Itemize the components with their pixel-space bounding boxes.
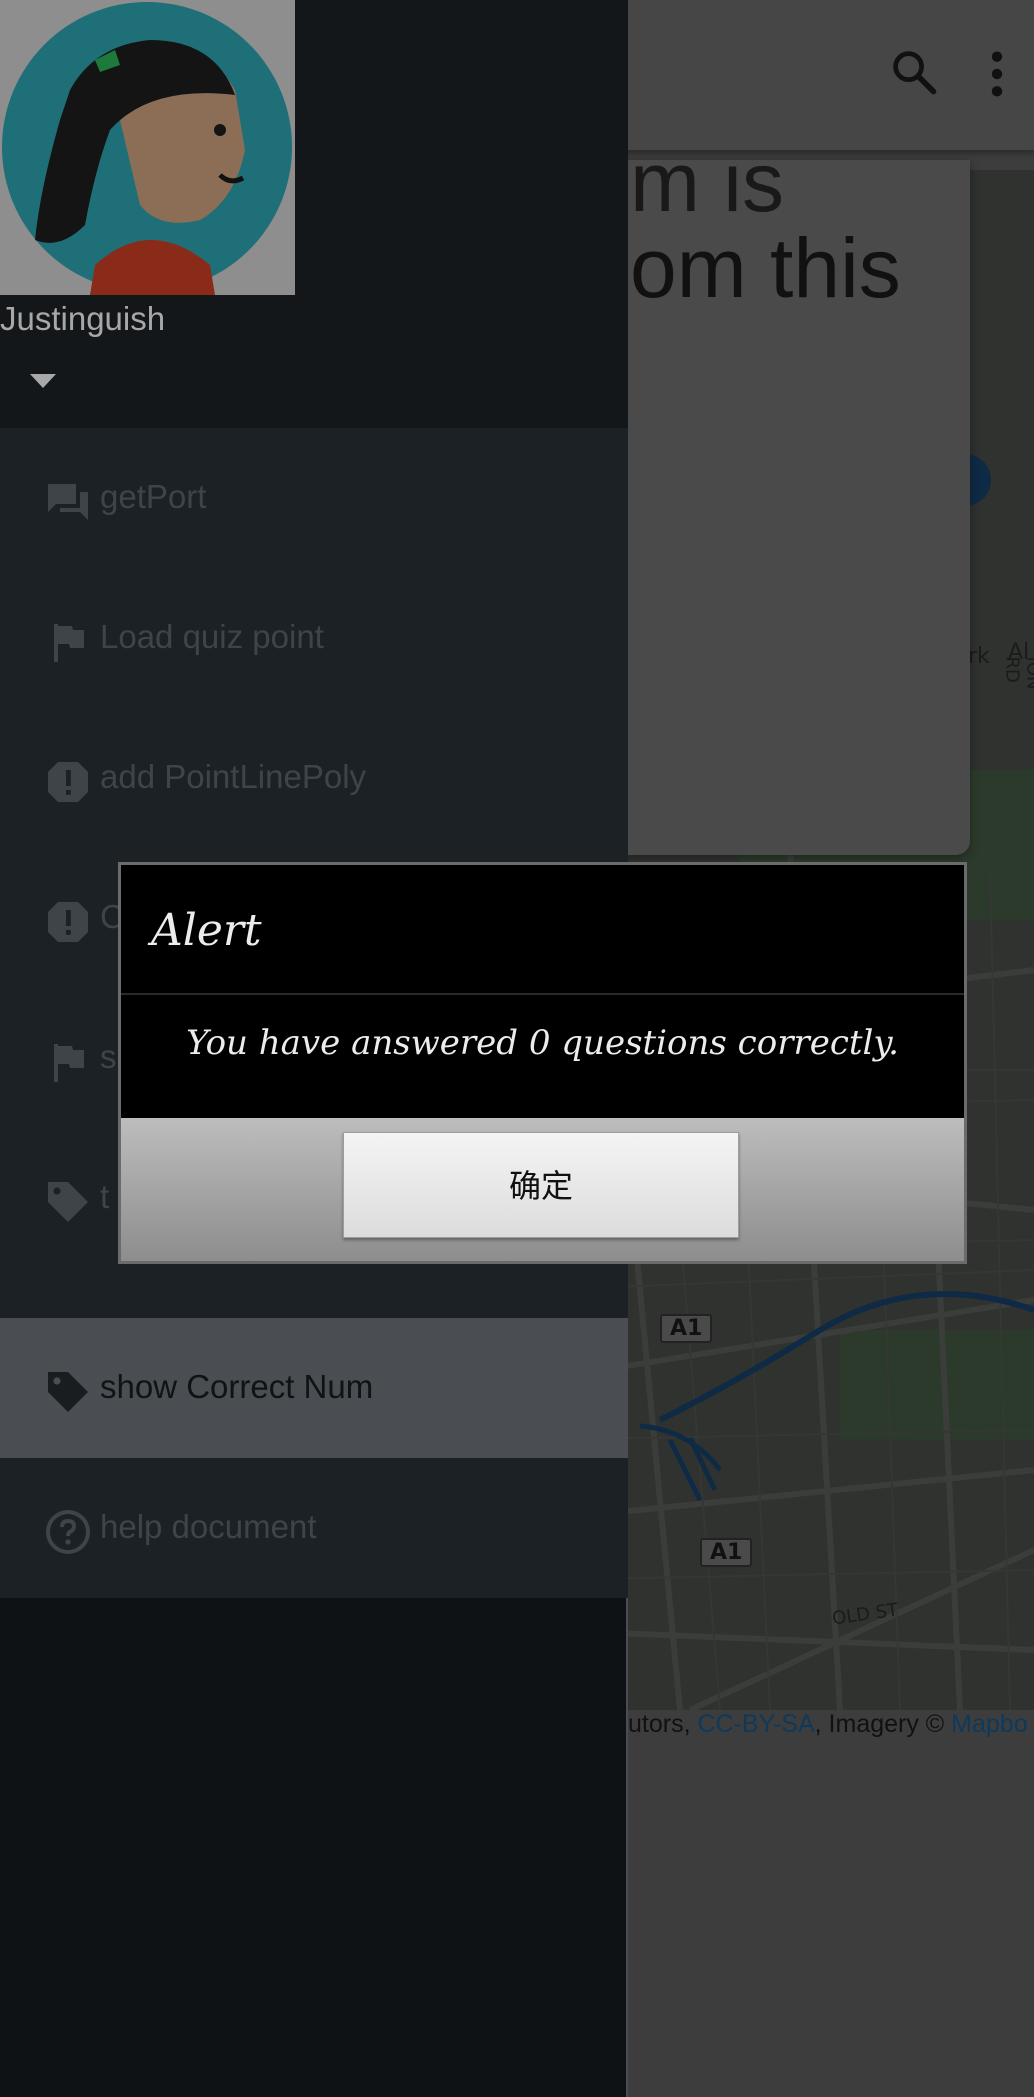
more-options-icon[interactable] — [982, 48, 1012, 100]
menu-item-label: getPort — [100, 478, 207, 515]
dropdown-arrow-icon[interactable] — [30, 374, 56, 390]
dialog-divider — [121, 993, 964, 995]
menu-item-help-document[interactable]: help document — [0, 1458, 628, 1598]
card-title-line: m is — [630, 160, 784, 229]
map-attribution: utors, CC-BY-SA, Imagery © Mapbo — [628, 1710, 1028, 1739]
attribution-imagery: , Imagery © — [814, 1710, 952, 1738]
flag-icon — [54, 624, 84, 662]
forum-icon — [48, 484, 88, 520]
dialog-title: Alert — [151, 905, 262, 956]
menu-item-label: add PointLinePoly — [100, 758, 367, 795]
help-icon — [46, 1510, 90, 1554]
card-title-line: om this — [630, 221, 901, 315]
menu-item-label: show Correct Num — [100, 1368, 374, 1405]
map-label-side: Al — [1008, 640, 1030, 665]
menu-item-label: Load quiz point — [100, 618, 324, 655]
alert-icon — [48, 762, 88, 802]
menu-item-label: help document — [100, 1508, 317, 1545]
road-tag-a1: A1 — [700, 1538, 753, 1567]
avatar[interactable] — [0, 0, 295, 295]
attribution-prefix: utors, — [628, 1710, 698, 1738]
menu-item-show-correct-num[interactable]: show Correct Num — [0, 1318, 628, 1458]
avatar-image — [0, 0, 295, 295]
alert-dialog: Alert You have answered 0 questions corr… — [118, 862, 967, 1264]
search-icon[interactable] — [888, 46, 940, 98]
menu-item-getport[interactable]: getPort — [0, 428, 628, 568]
alert-icon — [48, 902, 88, 942]
tag-icon — [48, 1372, 88, 1412]
menu-item-add-pointlinepoly[interactable]: add PointLinePoly — [0, 708, 628, 848]
map-label-park: rk — [968, 644, 990, 669]
license-link[interactable]: CC-BY-SA — [697, 1710, 814, 1738]
card-title: m is om this — [630, 160, 901, 317]
provider-link[interactable]: Mapbo — [951, 1710, 1027, 1738]
menu-item-label: s — [100, 1038, 117, 1075]
ok-button[interactable]: 确定 — [343, 1132, 739, 1238]
menu-item-label: t — [100, 1178, 110, 1215]
tag-icon — [48, 1182, 88, 1222]
user-name: Justinguish — [0, 300, 166, 337]
flag-icon — [54, 1044, 84, 1082]
dialog-message: You have answered 0 questions correctly. — [186, 1023, 899, 1063]
dialog-button-bar: 确定 — [121, 1118, 964, 1261]
road-tag-a1: A1 — [660, 1314, 713, 1343]
menu-item-load-quiz-point[interactable]: Load quiz point — [0, 568, 628, 708]
drawer-header: Justinguish — [0, 0, 628, 428]
